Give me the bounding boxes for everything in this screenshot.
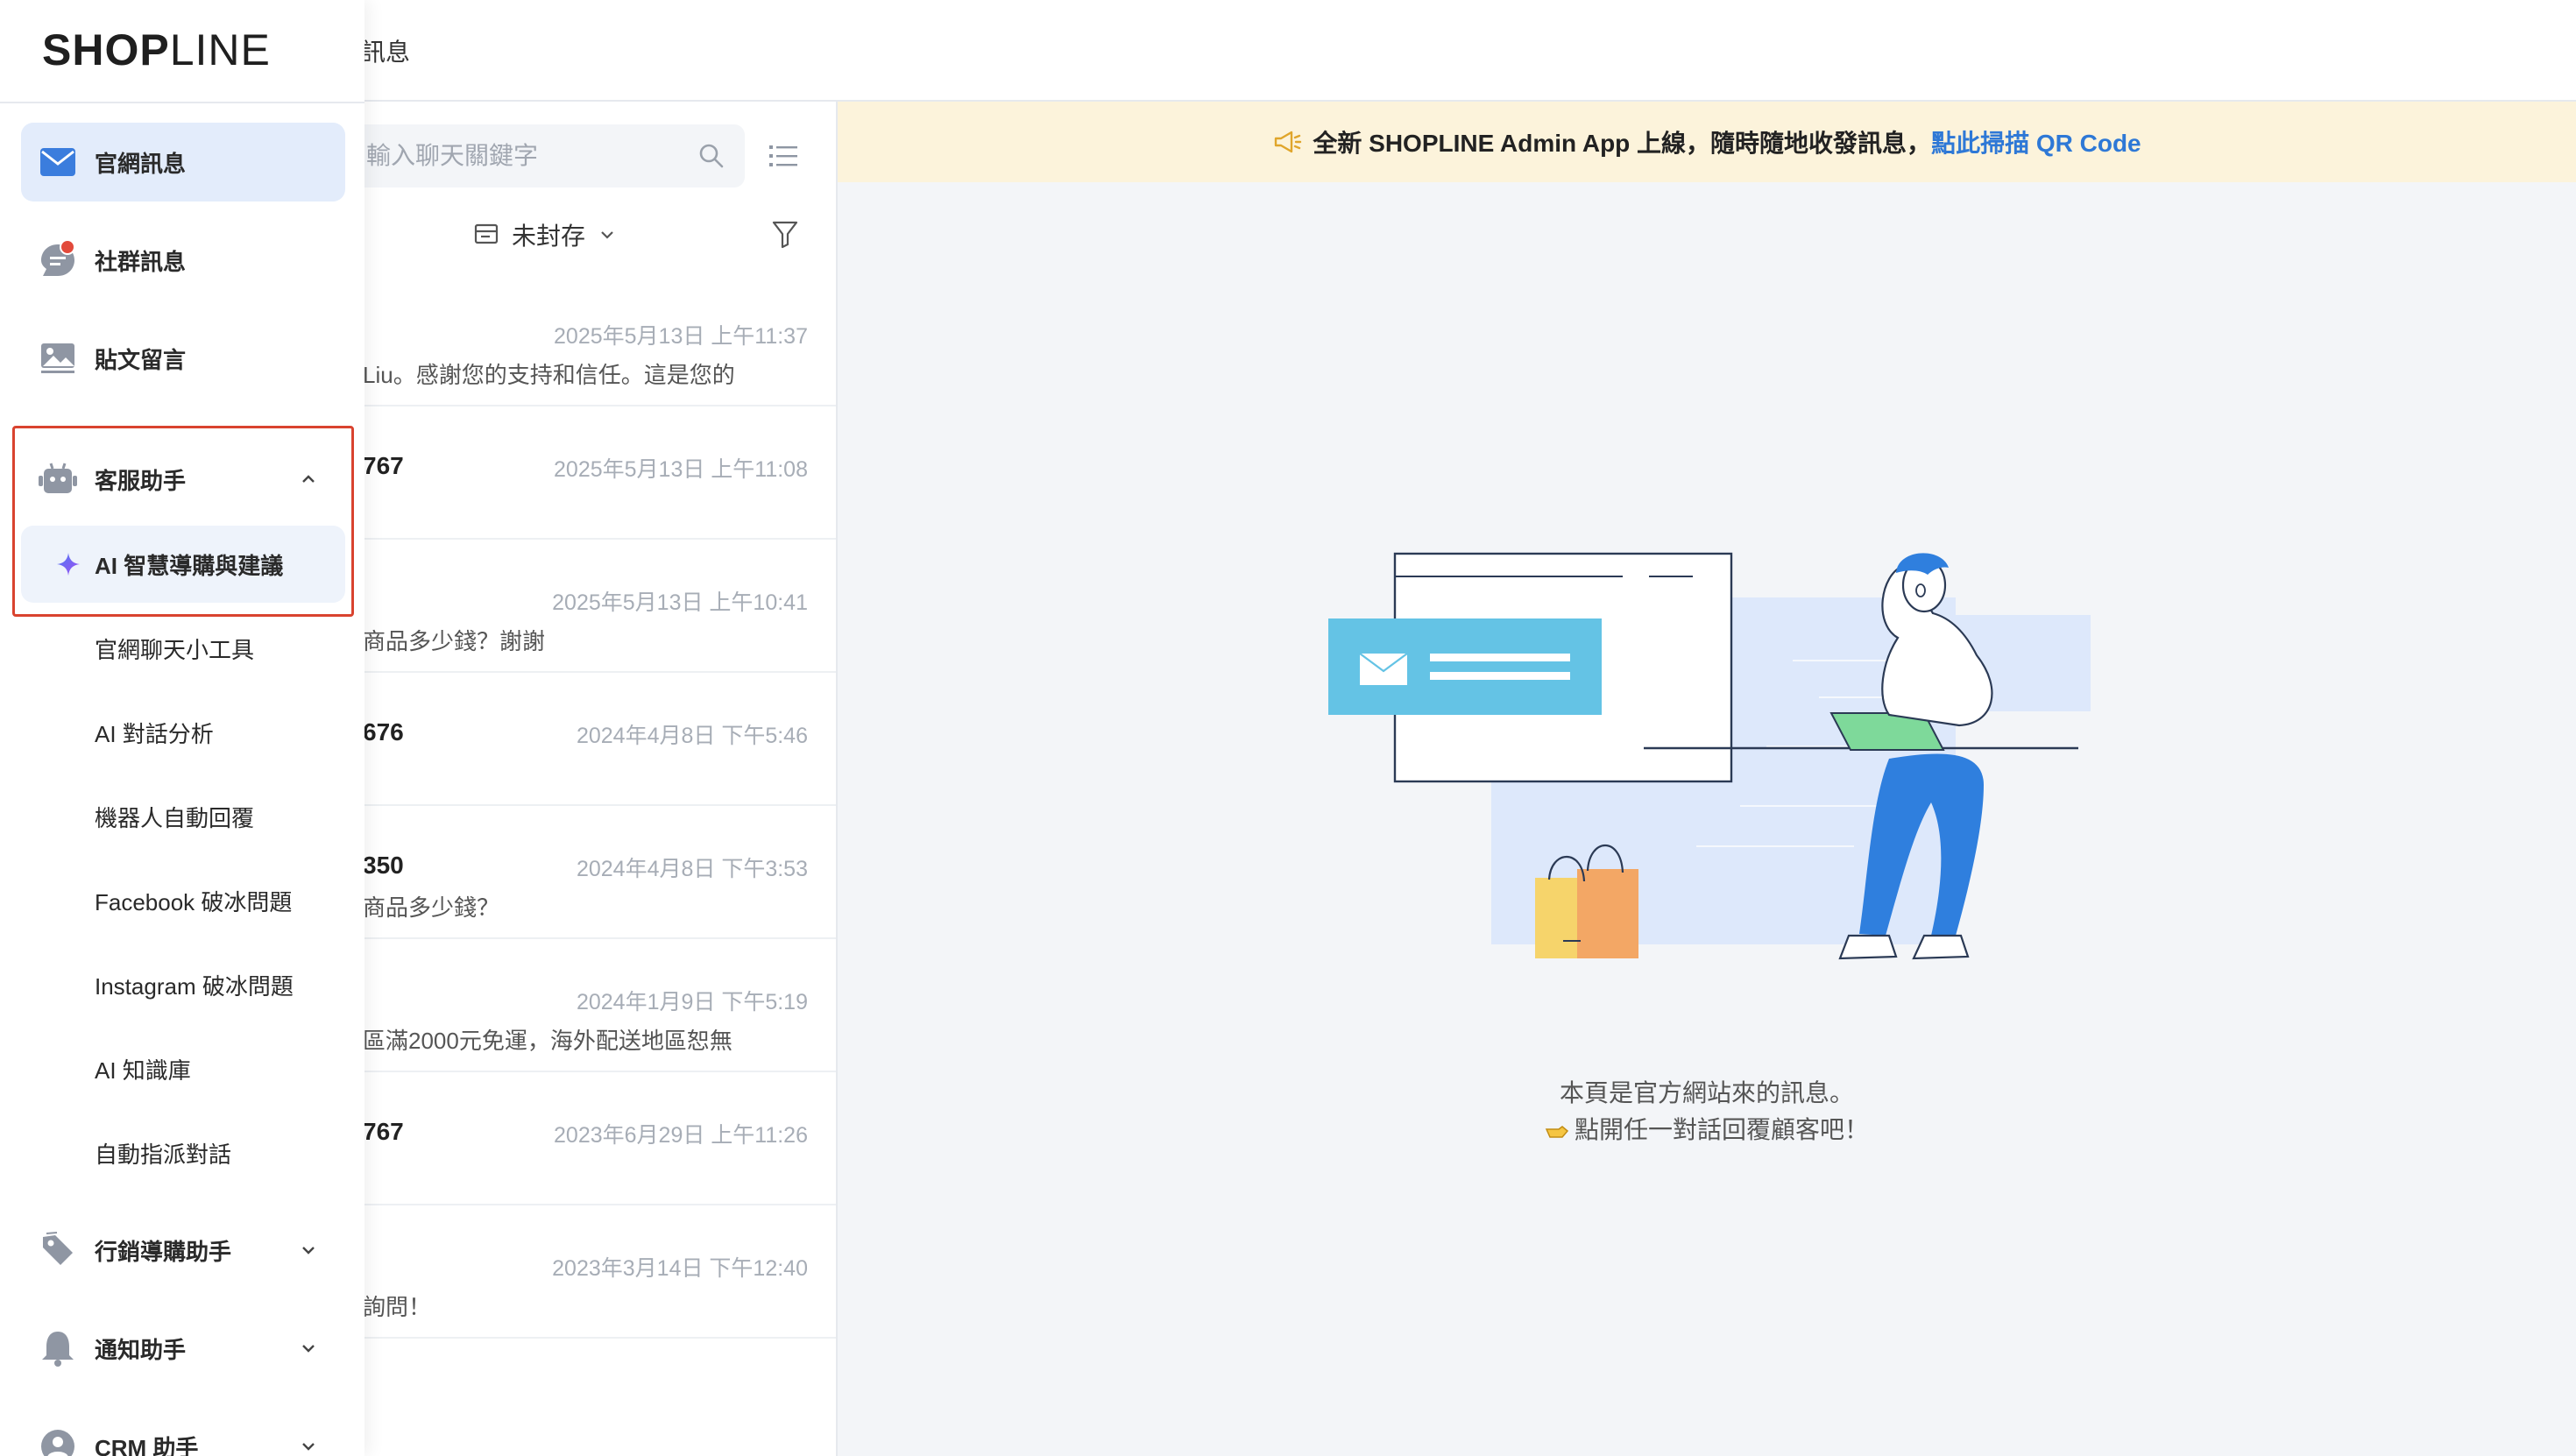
empty-state-line-2: 點開任一對話回覆顧客吧！ <box>1574 1116 1869 1143</box>
conversation-name: 350 <box>363 852 404 879</box>
conversation-timestamp: 2024年1月9日 下午5:19 <box>576 990 808 1014</box>
sidebar-item-post-comments[interactable]: 貼文留言 <box>21 319 345 398</box>
bell-icon <box>39 1329 77 1368</box>
sidebar-subitem-chat-widget[interactable]: 官網聊天小工具 <box>21 610 345 687</box>
conversation-preview: 商品多少錢？謝謝 <box>363 628 546 654</box>
chat-search-input[interactable] <box>366 137 664 175</box>
sparkle-icon <box>57 553 80 576</box>
archive-filter-dropdown[interactable]: 未封存 <box>473 216 617 254</box>
empty-state-illustration <box>1328 552 2091 960</box>
banner-text: 全新 SHOPLINE Admin App 上線，隨時隨地收發訊息， <box>1313 130 1932 157</box>
chevron-down-icon <box>302 1345 315 1353</box>
sidebar-subitem-instagram-icebreakers[interactable]: Instagram 破冰問題 <box>21 946 345 1023</box>
conversation-preview: Liu。感謝您的支持和信任。這是您的 <box>363 362 735 388</box>
chevron-down-icon <box>302 1443 315 1451</box>
conversation-name: 767 <box>363 452 404 479</box>
archive-box-icon <box>474 223 499 244</box>
chevron-up-icon <box>302 475 315 483</box>
top-header: 訊息 <box>0 0 2576 102</box>
sidebar-item-notification-assistant[interactable]: 通知助手 <box>21 1309 345 1388</box>
robot-icon <box>39 460 77 498</box>
sidebar-item-cs-assistant[interactable]: 客服助手 <box>21 440 345 519</box>
shopline-logo[interactable]: SHOPLINE <box>42 25 271 75</box>
list-view-icon[interactable] <box>768 140 799 172</box>
conversation-timestamp: 2024年4月8日 下午5:46 <box>576 724 808 748</box>
empty-state-line-2-wrap: 點開任一對話回覆顧客吧！ <box>838 1111 2576 1146</box>
logo-divider <box>0 102 364 103</box>
conversation-timestamp: 2025年5月13日 上午11:37 <box>554 324 808 349</box>
empty-state-line-1: 本頁是官方網站來的訊息。 <box>1559 1079 1854 1106</box>
page-title: 訊息 <box>361 39 411 66</box>
banner-qr-link[interactable]: 點此掃描 QR Code <box>1931 124 2141 159</box>
conversation-timestamp: 2024年4月8日 下午3:53 <box>576 857 808 881</box>
sidebar: SHOPLINE 官網訊息 社群訊息 貼文留言 客服助手 AI 智慧導購與建議 … <box>0 0 364 1456</box>
user-icon <box>39 1427 77 1456</box>
sidebar-subitem-ai-conversation-analysis[interactable]: AI 對話分析 <box>21 694 345 771</box>
megaphone-icon <box>1275 131 1302 153</box>
conversation-timestamp: 2023年3月14日 下午12:40 <box>552 1256 808 1281</box>
sidebar-subitem-auto-assign[interactable]: 自動指派對話 <box>21 1114 345 1191</box>
sidebar-subitem-bot-auto-reply[interactable]: 機器人自動回覆 <box>21 778 345 855</box>
archive-filter-label: 未封存 <box>512 223 586 250</box>
conversation-timestamp: 2023年6月29日 上午11:26 <box>554 1123 808 1148</box>
conversation-name: 767 <box>363 1118 404 1145</box>
conversation-preview: 詢問！ <box>363 1294 432 1320</box>
sidebar-item-crm-assistant[interactable]: CRM 助手 <box>21 1407 345 1456</box>
image-post-icon <box>39 339 77 378</box>
search-icon[interactable] <box>697 142 725 170</box>
filter-funnel-icon[interactable] <box>771 219 799 249</box>
conversation-preview: 商品多少錢？ <box>363 894 500 921</box>
sidebar-subitem-ai-knowledge-base[interactable]: AI 知識庫 <box>21 1030 345 1107</box>
pointing-hand-icon <box>1545 1125 1569 1138</box>
app-announcement-banner: 全新 SHOPLINE Admin App 上線，隨時隨地收發訊息， 點此掃描 … <box>838 102 2576 182</box>
tag-icon <box>39 1231 77 1269</box>
sidebar-item-marketing-assistant[interactable]: 行銷導購助手 <box>21 1211 345 1290</box>
conversation-timestamp: 2025年5月13日 上午11:08 <box>554 457 808 482</box>
main-content-pane: 全新 SHOPLINE Admin App 上線，隨時隨地收發訊息， 點此掃描 … <box>838 102 2576 1456</box>
chevron-down-icon <box>601 231 613 239</box>
conversation-timestamp: 2025年5月13日 上午10:41 <box>552 590 808 615</box>
sidebar-subitem-facebook-icebreakers[interactable]: Facebook 破冰問題 <box>21 862 345 939</box>
chat-search-box[interactable] <box>333 124 745 187</box>
conversation-preview: 區滿2000元免運，海外配送地區恕無 <box>363 1028 732 1054</box>
sidebar-item-social-messages[interactable]: 社群訊息 <box>21 221 345 300</box>
mail-icon <box>39 143 77 181</box>
sidebar-subitem-ai-shopping-advice[interactable]: AI 智慧導購與建議 <box>21 526 345 603</box>
chat-bubble-icon <box>39 239 77 279</box>
conversation-name: 676 <box>363 718 404 746</box>
unread-badge <box>60 239 75 255</box>
sidebar-item-site-messages[interactable]: 官網訊息 <box>21 123 345 201</box>
chevron-down-icon <box>302 1247 315 1255</box>
